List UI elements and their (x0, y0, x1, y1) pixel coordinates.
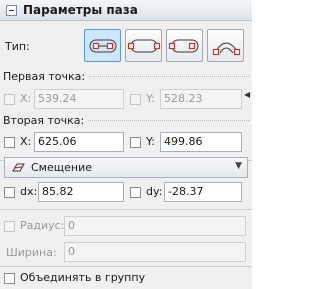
first-point-label: Первая точка: (3, 70, 86, 83)
section-divider (89, 76, 249, 77)
dy-checkbox[interactable] (130, 187, 141, 198)
dx-checkbox[interactable] (4, 187, 15, 198)
mode-dropdown[interactable]: Смещение ▼ (4, 157, 248, 178)
panel-header[interactable]: Параметры паза (0, 0, 252, 21)
slot-arc-icon (212, 42, 241, 56)
divider (0, 266, 252, 267)
type-button-end-points[interactable] (125, 29, 162, 62)
type-button-overall[interactable] (166, 29, 203, 62)
second-point-x-checkbox[interactable] (4, 137, 15, 148)
first-point-y-label: Y: (146, 92, 155, 105)
second-point-y-checkbox[interactable] (130, 137, 141, 148)
slot-end-points-icon (127, 39, 161, 53)
point-pick-arrow-icon[interactable]: ◀ (244, 90, 250, 99)
second-point-x-field[interactable]: 625.06 (34, 132, 124, 152)
width-label: Ширина: (6, 246, 57, 259)
dx-field[interactable]: 85.82 (38, 182, 124, 202)
offset-icon (12, 163, 25, 172)
slot-parameters-panel: Параметры паза Тип: Первая точка: X: 539… (0, 0, 252, 289)
group-label: Объединять в группу (20, 271, 146, 284)
divider (0, 209, 252, 210)
second-point-y-label: Y: (146, 135, 155, 148)
slot-overall-icon (168, 39, 199, 53)
type-button-arc[interactable] (207, 29, 244, 62)
first-point-x-checkbox[interactable] (4, 94, 15, 105)
group-checkbox[interactable] (4, 273, 15, 284)
second-point-x-label: X: (20, 135, 32, 148)
panel-title: Параметры паза (23, 3, 138, 17)
radius-label: Радиус: (20, 219, 65, 232)
first-point-y-checkbox[interactable] (130, 94, 141, 105)
mode-dropdown-value: Смещение (31, 161, 92, 174)
first-point-x-label: X: (20, 92, 32, 105)
radius-field[interactable]: 0 (64, 216, 246, 236)
second-point-section: Вторая точка: (3, 114, 249, 127)
type-label: Тип: (5, 40, 30, 53)
section-divider (88, 120, 249, 121)
width-field[interactable]: 0 (64, 242, 246, 262)
radius-checkbox[interactable] (4, 221, 15, 232)
chevron-down-icon: ▼ (235, 161, 242, 171)
first-point-y-field[interactable]: 528.23 (160, 89, 242, 109)
first-point-section: Первая точка: (3, 70, 249, 83)
dy-field[interactable]: -28.37 (164, 182, 242, 202)
slot-center-points-icon (89, 39, 117, 53)
dy-label: dy: (146, 185, 163, 198)
first-point-x-field[interactable]: 539.24 (34, 89, 124, 109)
dx-label: dx: (20, 185, 38, 198)
type-button-center-points[interactable] (84, 29, 121, 62)
collapse-icon[interactable] (6, 4, 17, 16)
second-point-label: Вторая точка: (3, 114, 85, 127)
second-point-y-field[interactable]: 499.86 (160, 132, 242, 152)
